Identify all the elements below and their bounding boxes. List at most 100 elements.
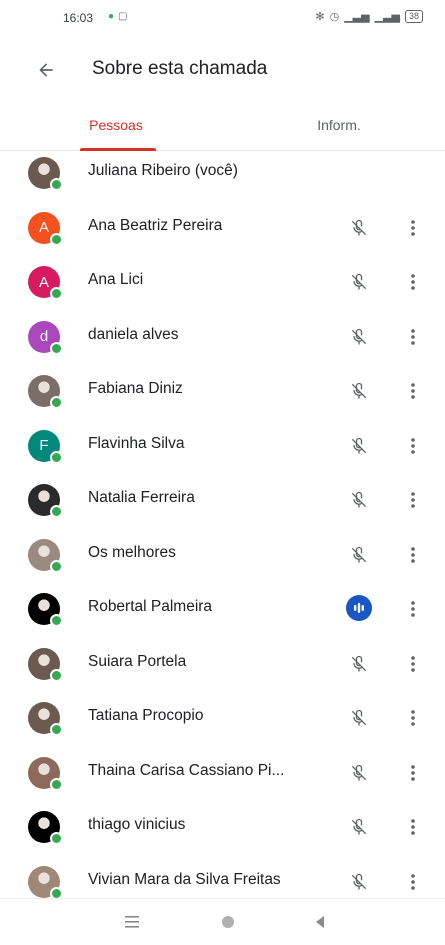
more-vert-icon [411, 710, 415, 726]
presence-indicator [50, 832, 63, 845]
avatar [28, 484, 63, 518]
back-button[interactable] [30, 54, 62, 86]
mic-off-icon [345, 323, 373, 351]
more-options-button[interactable] [401, 813, 425, 841]
page-title: Sobre esta chamada [92, 58, 268, 79]
more-options-button[interactable] [401, 650, 425, 678]
mic-off-icon [345, 214, 373, 242]
status-right-icons: ✻ ◷ ▁▃▅ ▁▃▅ 38 [315, 10, 423, 23]
more-options-button[interactable] [401, 595, 425, 623]
more-options-button[interactable] [401, 268, 425, 296]
more-vert-icon [411, 274, 415, 290]
more-vert-icon [411, 819, 415, 835]
participant-name: Suiara Portela [88, 652, 187, 670]
avatar [28, 538, 63, 573]
participant-name: Tatiana Procopio [88, 707, 204, 724]
more-vert-icon [411, 492, 415, 508]
participant-row[interactable]: Natalia Ferreira [0, 472, 445, 526]
participant-name: Flavinha Silva [88, 434, 185, 452]
more-vert-icon [411, 764, 415, 781]
avatar: A [28, 266, 63, 300]
more-options-button[interactable] [401, 214, 425, 242]
avatar [28, 865, 63, 900]
more-vert-icon [411, 219, 415, 236]
mic-off-icon [345, 813, 373, 841]
mic-off-icon [345, 377, 373, 405]
participant-row[interactable]: Tatiana Procopio [0, 690, 445, 744]
participant-row[interactable]: Juliana Ribeiro (você) [0, 145, 445, 199]
participant-name: thiago vinicius [88, 816, 186, 833]
presence-indicator [50, 396, 63, 409]
participant-row[interactable]: Robertal Palmeira [0, 581, 445, 635]
tab-info[interactable]: Inform. [275, 100, 403, 150]
more-options-button[interactable] [401, 323, 425, 351]
presence-indicator [50, 232, 63, 246]
system-nav-bar [0, 898, 445, 945]
mic-off-icon [345, 868, 373, 896]
more-vert-icon [411, 437, 415, 454]
participant-row[interactable]: A Ana Beatriz Pereira [0, 200, 445, 254]
home-icon [222, 916, 234, 928]
recents-button[interactable] [117, 909, 147, 935]
battery-icon: 38 [404, 10, 423, 23]
presence-indicator [50, 614, 63, 627]
more-options-button[interactable] [401, 868, 425, 896]
mic-off-icon [345, 432, 373, 460]
more-options-button[interactable] [401, 432, 425, 460]
back-nav-button[interactable] [305, 909, 335, 935]
presence-indicator [50, 723, 63, 736]
avatar [28, 593, 63, 627]
more-vert-icon [411, 546, 415, 563]
avatar: d [28, 320, 63, 355]
status-time: 16:03 [63, 11, 94, 25]
app-bar: Sobre esta chamada [0, 44, 445, 94]
avatar [28, 756, 63, 791]
signal-icon: ▁▃▅ [344, 11, 370, 23]
mic-off-icon [345, 541, 373, 569]
presence-indicator [50, 287, 63, 300]
participant-name: daniela alves [88, 325, 179, 343]
participant-name: Os melhores [88, 543, 176, 561]
more-options-button[interactable] [401, 377, 425, 405]
participant-row[interactable]: Os melhores [0, 527, 445, 581]
avatar [28, 375, 63, 409]
participant-name: Natalia Ferreira [88, 489, 195, 506]
more-vert-icon [411, 328, 415, 345]
participant-name: Ana Lici [88, 271, 144, 288]
participant-row[interactable]: thiago vinicius [0, 799, 445, 853]
avatar [28, 157, 63, 191]
mic-off-icon [345, 704, 373, 732]
message-icon: ▢ [118, 11, 132, 22]
participant-row[interactable]: F Flavinha Silva [0, 418, 445, 472]
speaking-indicator-icon [346, 595, 372, 621]
more-vert-icon [411, 655, 415, 672]
participant-name: Fabiana Diniz [88, 380, 183, 397]
presence-indicator [50, 559, 63, 573]
participant-name: Thaina Carisa Cassiano Pi... [88, 761, 285, 779]
mic-off-icon [345, 759, 373, 787]
tab-people[interactable]: Pessoas [52, 100, 180, 150]
avatar [28, 702, 63, 736]
whatsapp-icon: ● [108, 11, 119, 22]
participant-row[interactable]: Thaina Carisa Cassiano Pi... [0, 745, 445, 799]
participant-row[interactable]: A Ana Lici [0, 254, 445, 308]
mic-off-icon [345, 650, 373, 678]
presence-indicator [50, 505, 63, 518]
more-options-button[interactable] [401, 759, 425, 787]
participant-row[interactable]: d daniela alves [0, 309, 445, 363]
avatar: A [28, 211, 63, 246]
tab-bar: Pessoas Inform. [0, 100, 445, 151]
participant-row[interactable]: Fabiana Diniz [0, 363, 445, 417]
more-options-button[interactable] [401, 541, 425, 569]
presence-indicator [50, 450, 63, 464]
mic-off-icon [345, 486, 373, 514]
home-button[interactable] [213, 909, 243, 935]
avatar: F [28, 429, 63, 464]
more-options-button[interactable] [401, 486, 425, 514]
more-options-button[interactable] [401, 704, 425, 732]
participant-name: Robertal Palmeira [88, 598, 213, 615]
participant-row[interactable]: Suiara Portela [0, 636, 445, 690]
status-bar: 16:03 ●▢ ✻ ◷ ▁▃▅ ▁▃▅ 38 [0, 0, 445, 36]
avatar [28, 811, 63, 845]
signal-icon: ▁▃▅ [374, 11, 400, 23]
